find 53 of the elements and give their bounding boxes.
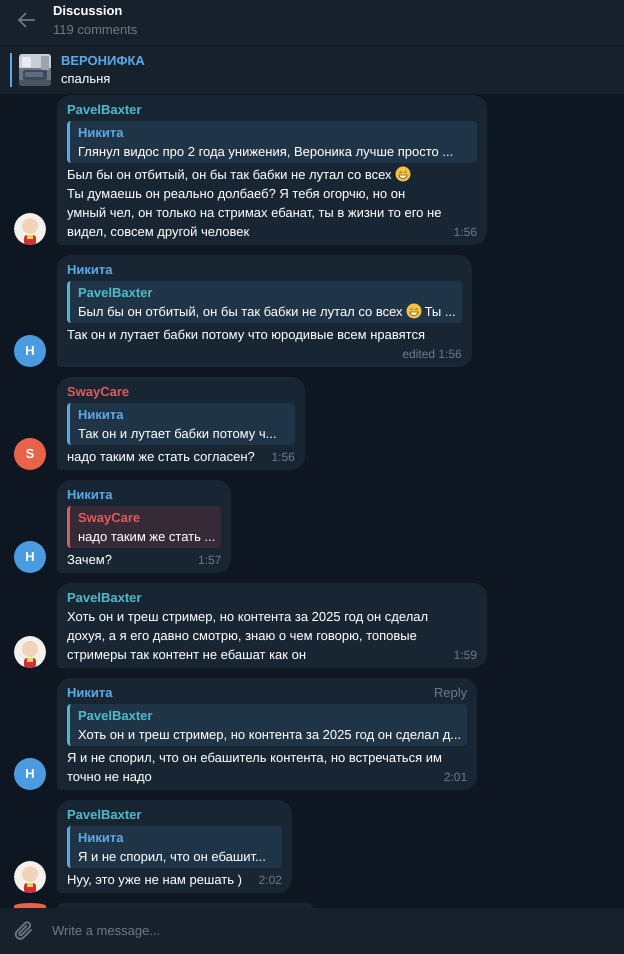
quote-author: PavelBaxter: [78, 284, 154, 302]
quote-author: PavelBaxter: [78, 707, 154, 725]
quote-text: Глянул видос про 2 года унижения, Вероника лучше просто ...: [78, 144, 454, 159]
grinning-face-icon: [394, 166, 411, 182]
author-name[interactable]: Никита: [67, 260, 112, 279]
quote-text: надо таким же стать ...: [78, 529, 216, 544]
quote-text: Ты ...: [424, 304, 456, 319]
message-time: 1:57: [198, 552, 222, 569]
message-text: Был бы он отбитый, он бы так бабки не лутал со всех: [67, 167, 392, 182]
message-composer[interactable]: Write a message...: [0, 908, 624, 954]
back-icon[interactable]: [18, 12, 36, 28]
pinned-title: ВЕРОНИФКА: [61, 52, 145, 70]
chat-title: Discussion: [53, 2, 124, 20]
message-text: Так он и лутает бабки потому что юродивые всем нравятся: [67, 327, 425, 342]
quoted-message[interactable]: SwayCare надо таким же стать ...: [67, 506, 222, 548]
pinned-message-bar[interactable]: ВЕРОНИФКА спальня: [0, 46, 624, 94]
pinned-text: спальня: [61, 70, 112, 88]
message-text: Зачем?: [67, 552, 112, 567]
message-time: edited 1:56: [402, 346, 462, 363]
author-name[interactable]: PavelBaxter: [67, 805, 142, 824]
quoted-message[interactable]: PavelBaxter Был бы он отбитый, он бы так бабки не лутал со всех Ты ...: [67, 281, 462, 323]
attach-icon[interactable]: [14, 920, 34, 942]
comment-count: 119 comments: [53, 21, 138, 39]
message-text: Ты думаешь он реально долбаеб? Я тебя огорчю, но он умный чел, он только на стримах ебанат, ты в жизни то его не видел, совсем другой человек: [67, 186, 442, 239]
quote-text: Хоть он и треш стример, но контента за 2025 год он сделал д...: [78, 727, 462, 742]
message-text: Я и не спорил, что он ебашитель контента, но встречаться им точно не надо: [67, 750, 442, 784]
quote-text: Был бы он отбитый, он бы так бабки не лутал со всех: [78, 304, 403, 319]
message-time: 2:02: [258, 872, 282, 889]
quote-author: Никита: [78, 829, 124, 847]
message-time: 1:56: [454, 224, 477, 241]
quoted-message[interactable]: Никита Глянул видос про 2 года унижения, Вероника лучше просто ...: [67, 121, 477, 163]
author-name[interactable]: PavelBaxter: [67, 588, 142, 607]
quote-author: Никита: [78, 124, 124, 142]
message-time: 2:01: [444, 769, 468, 786]
quote-author: SwayCare: [78, 509, 142, 527]
message-input[interactable]: Write a message...: [52, 921, 624, 941]
message-time: 1:59: [454, 647, 477, 664]
message-text: надо таким же стать согласен?: [67, 449, 255, 464]
message-text: Хоть он и треш стример, но контента за 2025 год он сделал дохуя, а я его давно смотрю, знаю о чем говорю, топовые стримеры так контент не ебашат как он: [67, 609, 428, 662]
author-name[interactable]: PavelBaxter: [67, 100, 142, 119]
quote-author: Никита: [78, 406, 124, 424]
author-name[interactable]: SwayCare: [67, 382, 130, 401]
reply-link[interactable]: Reply: [434, 683, 468, 702]
quoted-message[interactable]: Никита Так он и лутает бабки потому ч...: [67, 403, 295, 445]
quote-text: Так он и лутает бабки потому ч...: [78, 426, 276, 441]
quote-text: Я и не спорил, что он ебашит...: [78, 849, 266, 864]
message-text: Нуу, это уже не нам решать ): [67, 872, 242, 887]
message-time: 1:56: [271, 449, 295, 466]
quoted-message[interactable]: Никита Я и не спорил, что он ебашит...: [67, 826, 282, 868]
author-name[interactable]: Никита: [67, 485, 112, 504]
author-name[interactable]: Никита: [67, 683, 112, 702]
grinning-face-icon: [406, 303, 422, 319]
quoted-message[interactable]: PavelBaxter Хоть он и треш стример, но контента за 2025 год он сделал д...: [67, 704, 468, 746]
